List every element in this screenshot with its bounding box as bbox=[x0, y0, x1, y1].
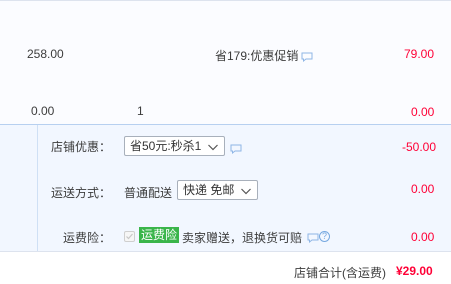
shipping-label: 运送方式： bbox=[51, 186, 112, 200]
shipping-insurance-description: 卖家赠送，退换货可赔 bbox=[182, 231, 303, 245]
store-total-label: 店铺合计(含运费) bbox=[294, 266, 386, 280]
extra-price: 0.00 bbox=[31, 104, 55, 118]
divider bbox=[37, 125, 38, 251]
extra-subtotal: 0.00 bbox=[411, 105, 435, 119]
message-icon[interactable] bbox=[301, 51, 313, 63]
item-unit-price: 258.00 bbox=[27, 47, 64, 61]
shipping-select[interactable]: 快递 免邮 bbox=[177, 180, 258, 200]
shipping-insurance-label: 运费险： bbox=[63, 231, 112, 245]
shipping-method: 普通配送 bbox=[124, 186, 173, 200]
order-info-panel: 店铺优惠： 省50元:秒杀1 -50.00 运送方式： 普通配送 快递 免邮 0… bbox=[0, 124, 451, 252]
store-discount-value: 省50元:秒杀1 bbox=[130, 139, 202, 153]
shipping-insurance-amount: 0.00 bbox=[411, 230, 435, 244]
shipping-select-value: 快递 免邮 bbox=[183, 183, 235, 197]
item-subtotal: 79.00 bbox=[404, 47, 435, 61]
shipping-amount: 0.00 bbox=[411, 182, 435, 196]
message-icon[interactable] bbox=[230, 143, 242, 155]
store-discount-select[interactable]: 省50元:秒杀1 bbox=[124, 136, 225, 156]
chevron-down-icon bbox=[207, 140, 219, 152]
item-area: 258.00 省179:优惠促销 79.00 0.00 1 0.00 bbox=[0, 0, 451, 125]
store-discount-amount: -50.00 bbox=[402, 140, 437, 154]
store-total-amount: ¥29.00 bbox=[396, 264, 433, 278]
help-icon[interactable]: ? bbox=[319, 231, 330, 242]
chevron-down-icon bbox=[240, 184, 252, 196]
shipping-insurance-badge: 运费险 bbox=[139, 227, 180, 243]
store-discount-label: 店铺优惠： bbox=[51, 140, 112, 154]
item-promo-text: 省179:优惠促销 bbox=[215, 49, 299, 63]
shipping-insurance-checkbox[interactable] bbox=[124, 231, 135, 242]
message-icon[interactable] bbox=[307, 232, 319, 244]
extra-quantity: 1 bbox=[137, 104, 144, 118]
